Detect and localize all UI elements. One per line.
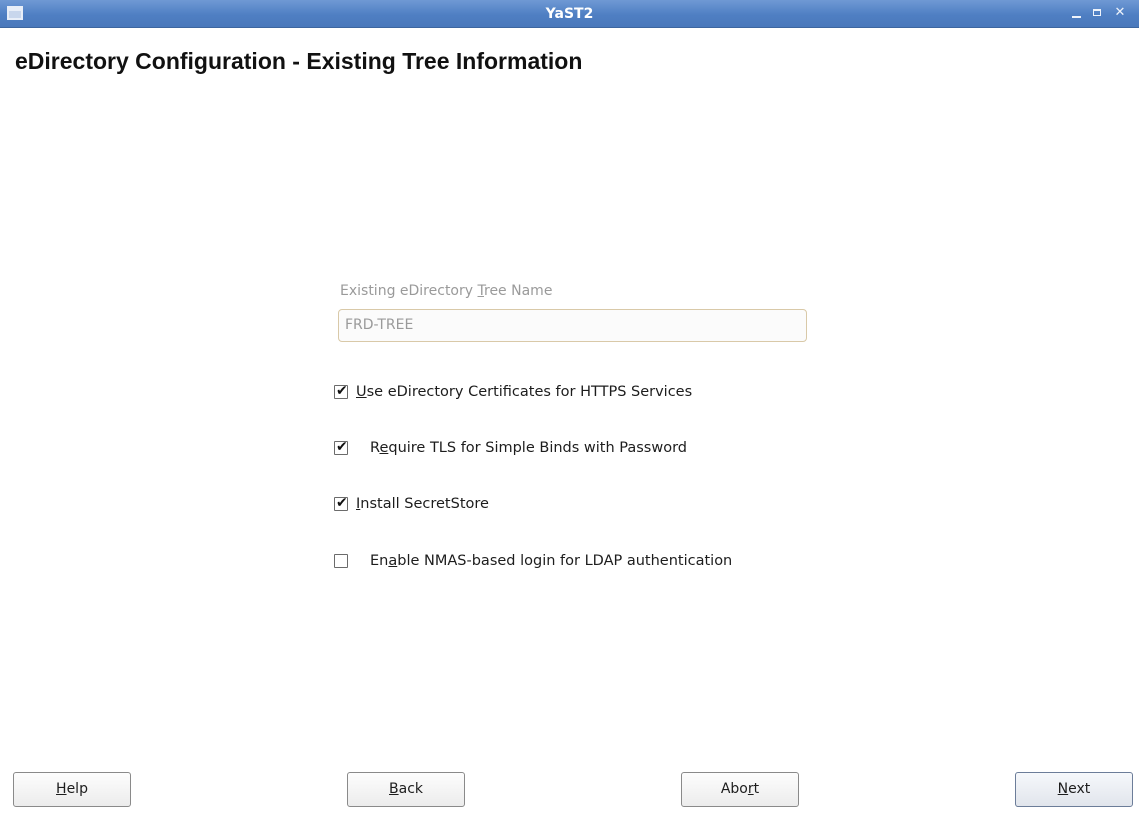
abort-button[interactable]: Abort (681, 772, 799, 807)
page-title: eDirectory Configuration - Existing Tree… (15, 48, 583, 74)
checkbox[interactable]: ✔ (334, 495, 348, 511)
checkbox-label[interactable]: Require TLS for Simple Binds with Passwo… (370, 438, 687, 458)
checkbox-label[interactable]: Enable NMAS-based login for LDAP authent… (370, 551, 732, 571)
check-icon: ✔ (336, 495, 348, 511)
tree-name-label: Existing eDirectory Tree Name (340, 283, 553, 299)
tree-name-field[interactable]: FRD-TREE (338, 309, 807, 342)
check-icon: ✔ (336, 439, 348, 455)
checkbox-label[interactable]: Use eDirectory Certificates for HTTPS Se… (356, 382, 692, 402)
minimize-icon[interactable] (1069, 5, 1085, 21)
maximize-icon[interactable] (1089, 5, 1105, 21)
close-icon[interactable]: ✕ (1112, 5, 1128, 21)
help-button[interactable]: Help (13, 772, 131, 807)
next-button[interactable]: Next (1015, 772, 1133, 807)
window-titlebar[interactable]: YaST2 ✕ (0, 0, 1139, 28)
checkbox[interactable]: ✔ (334, 439, 348, 455)
back-button[interactable]: Back (347, 772, 465, 807)
window-title: YaST2 (545, 6, 594, 22)
check-icon: ✔ (336, 383, 348, 399)
checkbox[interactable]: ✔ (334, 383, 348, 399)
checkbox-label[interactable]: Install SecretStore (356, 494, 489, 514)
checkbox[interactable] (334, 554, 348, 568)
